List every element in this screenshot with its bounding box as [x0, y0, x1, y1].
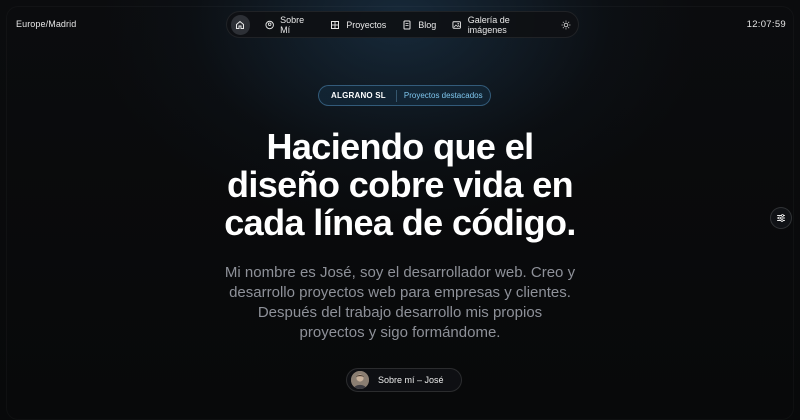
badge-text: Proyectos destacados: [403, 91, 483, 100]
home-icon: [236, 20, 245, 29]
nav-home-button[interactable]: [231, 14, 250, 35]
intro-line: desarrollo proyectos web para empresas y…: [229, 284, 571, 301]
nav-item-blog[interactable]: Blog: [395, 15, 443, 35]
intro-line: Después del trabajo desarrollo mis propi…: [257, 304, 543, 321]
grid-icon: [331, 20, 340, 29]
nav-item-label: Proyectos: [346, 19, 387, 30]
side-panel-toggle[interactable]: [770, 207, 792, 229]
image-icon: [452, 20, 462, 29]
page: Europe/Madrid 12:07:59 Sobre Mí Proyecto…: [0, 0, 800, 420]
sliders-icon: [777, 214, 785, 222]
sun-icon: [561, 20, 570, 29]
main-nav: Sobre Mí Proyectos Blog Galería de imáge…: [226, 11, 579, 38]
headline-line: cada línea de código.: [224, 202, 576, 243]
featured-projects-badge[interactable]: ALGRANO SL Proyectos destacados: [318, 85, 491, 106]
user-circle-icon: [265, 20, 274, 29]
nav-item-label: Sobre Mí: [280, 14, 305, 35]
about-jose-button[interactable]: Sobre mí – José: [346, 368, 462, 392]
nav-item-galeria[interactable]: Galería de imágenes: [445, 15, 553, 35]
intro-line: proyectos y sigo formándome.: [299, 324, 501, 341]
nav-item-label: Blog: [418, 19, 437, 30]
intro-line: Mi nombre es José, soy el desarrollador …: [224, 264, 576, 281]
headline-line: diseño cobre vida en: [226, 164, 574, 205]
nav-item-sobre-mi[interactable]: Sobre Mí: [258, 15, 321, 35]
hero-headline: Haciendo que el diseño cobre vida en cad…: [0, 128, 800, 242]
hero-intro: Mi nombre es José, soy el desarrollador …: [0, 263, 800, 343]
timezone-label: Europe/Madrid: [16, 19, 77, 29]
document-icon: [403, 20, 411, 29]
theme-toggle-button[interactable]: [557, 15, 574, 35]
clock: 12:07:59: [746, 19, 786, 30]
nav-item-label: Galería de imágenes: [467, 14, 510, 35]
headline-line: Haciendo que el: [266, 126, 534, 167]
avatar: [351, 371, 369, 389]
badge-brand: ALGRANO SL: [319, 89, 397, 102]
nav-item-proyectos[interactable]: Proyectos: [323, 15, 393, 35]
about-button-label: Sobre mí – José: [378, 375, 444, 385]
